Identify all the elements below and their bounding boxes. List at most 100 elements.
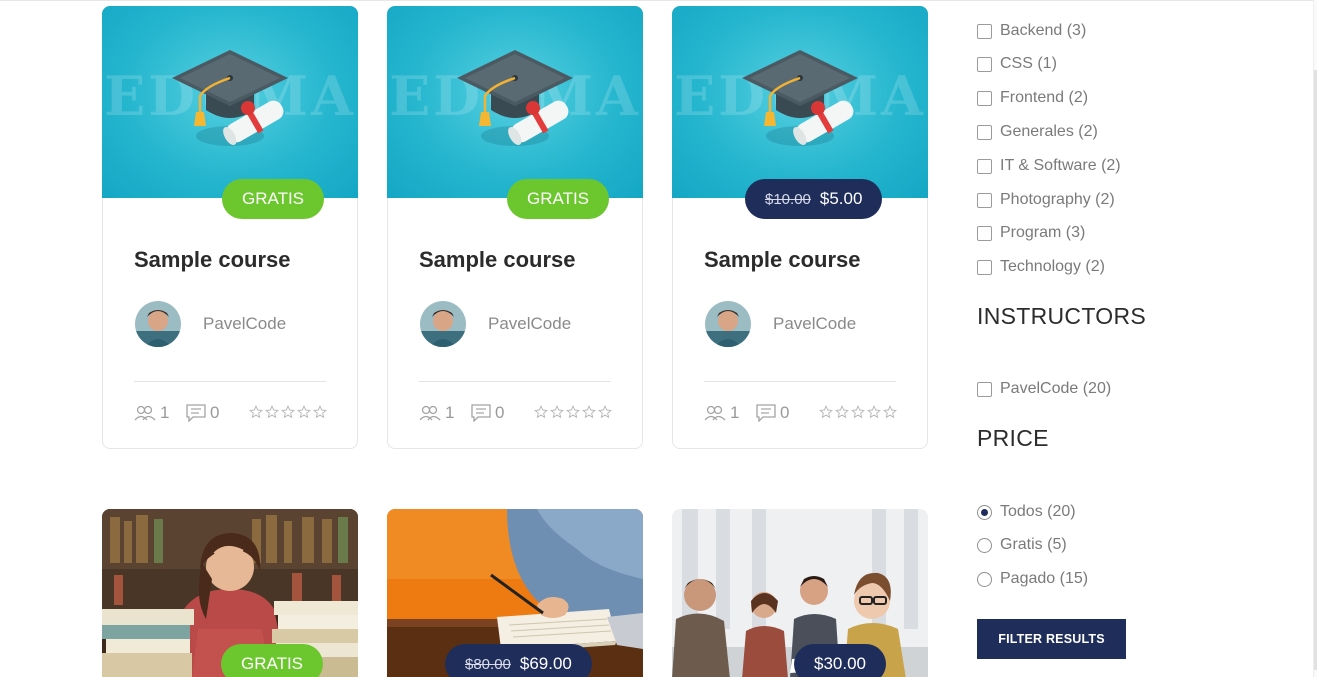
users-icon bbox=[704, 405, 726, 421]
comment-icon bbox=[756, 404, 776, 422]
star-icon bbox=[313, 405, 327, 419]
course-meta: 1 0 bbox=[419, 403, 612, 425]
avatar bbox=[420, 301, 466, 347]
category-checkbox-technology[interactable]: Technology (2) bbox=[977, 258, 1105, 276]
students-value: 1 bbox=[160, 403, 170, 422]
comments-count: 0 bbox=[471, 403, 504, 423]
students-count: 1 bbox=[419, 403, 454, 423]
users-icon bbox=[419, 405, 441, 421]
divider bbox=[134, 381, 326, 382]
course-title[interactable]: Sample course bbox=[134, 247, 291, 273]
comments-value: 0 bbox=[780, 403, 790, 422]
category-checkbox-it-software[interactable]: IT & Software (2) bbox=[977, 157, 1121, 175]
sale-price: $5.00 bbox=[819, 189, 863, 208]
rating-stars bbox=[819, 405, 897, 419]
star-icon bbox=[534, 405, 548, 419]
course-card[interactable]: EDUMA GRATIS Sample course PavelCode 1 bbox=[102, 6, 358, 449]
star-icon bbox=[265, 405, 279, 419]
students-count: 1 bbox=[704, 403, 739, 423]
old-price: $80.00 bbox=[465, 655, 511, 673]
price-badge: $10.00 $5.00 bbox=[745, 179, 883, 219]
rating-stars bbox=[249, 405, 327, 419]
star-icon bbox=[297, 405, 311, 419]
star-icon bbox=[582, 405, 596, 419]
comment-icon bbox=[186, 404, 206, 422]
star-icon bbox=[851, 405, 865, 419]
avatar bbox=[705, 301, 751, 347]
price-badge: GRATIS bbox=[221, 644, 324, 677]
course-title[interactable]: Sample course bbox=[419, 247, 576, 273]
price-badge: $30.00 bbox=[794, 644, 886, 677]
comments-value: 0 bbox=[495, 403, 505, 422]
course-title[interactable]: Sample course bbox=[704, 247, 861, 273]
comment-icon bbox=[471, 404, 491, 422]
checkbox[interactable] bbox=[977, 225, 992, 241]
star-icon bbox=[550, 405, 564, 419]
checkbox[interactable] bbox=[977, 23, 992, 39]
star-icon bbox=[281, 405, 295, 419]
checkbox[interactable] bbox=[977, 56, 992, 72]
checkbox[interactable] bbox=[977, 124, 992, 140]
radio-button[interactable] bbox=[977, 504, 992, 520]
price-radio-gratis[interactable]: Gratis (5) bbox=[977, 536, 1067, 554]
radio-selected-dot bbox=[981, 508, 988, 516]
course-meta: 1 0 bbox=[134, 403, 327, 425]
students-value: 1 bbox=[445, 403, 455, 422]
category-checkbox-backend[interactable]: Backend (3) bbox=[977, 22, 1086, 40]
sale-price: $69.00 bbox=[519, 654, 572, 673]
star-icon bbox=[598, 405, 612, 419]
checkbox[interactable] bbox=[977, 158, 992, 174]
instructors-heading: INSTRUCTORS bbox=[977, 303, 1146, 329]
checkbox[interactable] bbox=[977, 90, 992, 106]
course-thumbnail[interactable]: EDUMA bbox=[672, 6, 928, 198]
avatar bbox=[135, 301, 181, 347]
filter-results-button[interactable]: FILTER RESULTS bbox=[977, 619, 1126, 659]
course-card[interactable]: EDUMA $10.00 $5.00 Sample course PavelCo… bbox=[672, 6, 928, 449]
divider bbox=[419, 381, 611, 382]
course-card[interactable]: EDUMA GRATIS Sample course PavelCode 1 bbox=[387, 6, 643, 449]
price-badge: GRATIS bbox=[507, 179, 610, 219]
category-checkbox-css[interactable]: CSS (1) bbox=[977, 55, 1057, 73]
radio-button[interactable] bbox=[977, 537, 992, 553]
instructor-name[interactable]: PavelCode bbox=[773, 314, 856, 334]
category-checkbox-frontend[interactable]: Frontend (2) bbox=[977, 89, 1088, 107]
star-icon bbox=[867, 405, 881, 419]
star-icon bbox=[249, 405, 263, 419]
course-thumbnail[interactable]: EDUMA bbox=[387, 6, 643, 198]
price-radio-todos[interactable]: Todos (20) bbox=[977, 503, 1076, 521]
checkbox[interactable] bbox=[977, 259, 992, 275]
price-badge: $80.00 $69.00 bbox=[445, 644, 592, 677]
instructor-checkbox-pavelcode[interactable]: PavelCode (20) bbox=[977, 380, 1111, 398]
category-checkbox-program[interactable]: Program (3) bbox=[977, 224, 1085, 242]
star-icon bbox=[566, 405, 580, 419]
star-icon bbox=[835, 405, 849, 419]
price-badge: GRATIS bbox=[222, 179, 325, 219]
comments-value: 0 bbox=[210, 403, 220, 422]
instructor-name[interactable]: PavelCode bbox=[203, 314, 286, 334]
instructor-name[interactable]: PavelCode bbox=[488, 314, 571, 334]
graduation-cap-icon bbox=[457, 50, 573, 146]
price-heading: PRICE bbox=[977, 425, 1049, 451]
course-meta: 1 0 bbox=[704, 403, 897, 425]
divider bbox=[704, 381, 896, 382]
comments-count: 0 bbox=[186, 403, 219, 423]
top-border bbox=[0, 0, 1317, 1]
users-icon bbox=[134, 405, 156, 421]
category-checkbox-generales[interactable]: Generales (2) bbox=[977, 123, 1098, 141]
star-icon bbox=[883, 405, 897, 419]
old-price: $10.00 bbox=[765, 190, 811, 208]
checkbox[interactable] bbox=[977, 381, 992, 397]
radio-button[interactable] bbox=[977, 571, 992, 587]
course-thumbnail[interactable]: EDUMA bbox=[102, 6, 358, 198]
students-count: 1 bbox=[134, 403, 169, 423]
rating-stars bbox=[534, 405, 612, 419]
price-radio-pagado[interactable]: Pagado (15) bbox=[977, 570, 1088, 588]
star-icon bbox=[819, 405, 833, 419]
scrollbar[interactable] bbox=[1313, 0, 1317, 677]
students-value: 1 bbox=[730, 403, 740, 422]
category-checkbox-photography[interactable]: Photography (2) bbox=[977, 191, 1115, 209]
graduation-cap-icon bbox=[742, 50, 858, 146]
checkbox[interactable] bbox=[977, 192, 992, 208]
comments-count: 0 bbox=[756, 403, 789, 423]
graduation-cap-icon bbox=[172, 50, 288, 146]
